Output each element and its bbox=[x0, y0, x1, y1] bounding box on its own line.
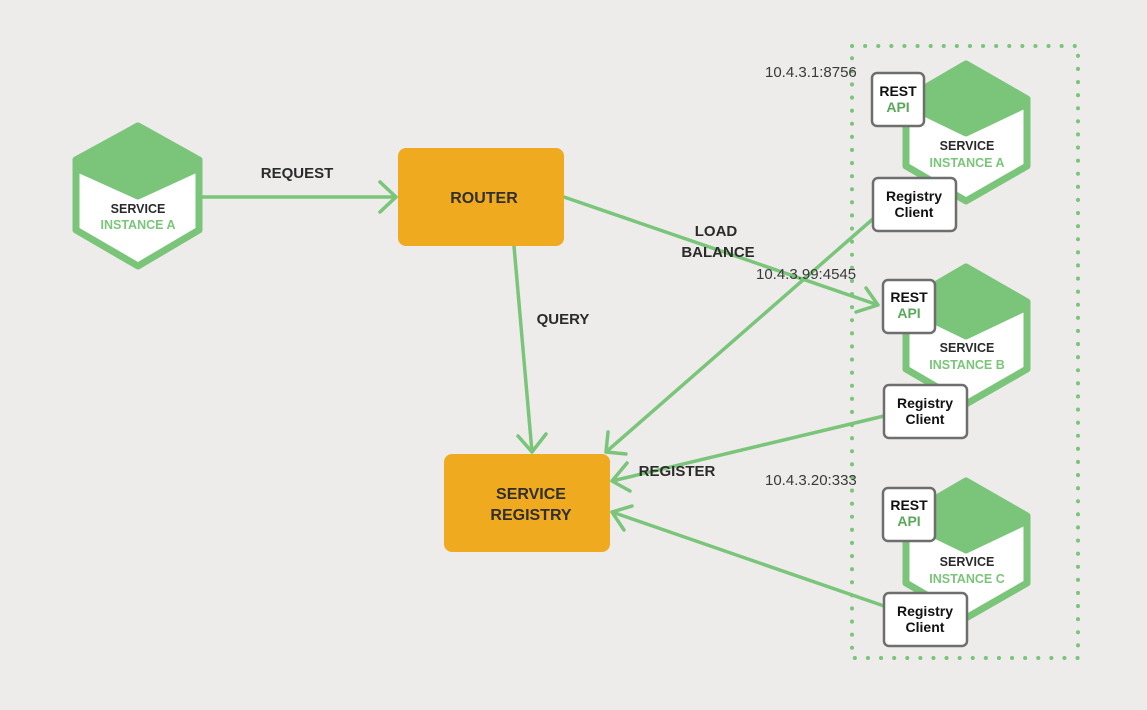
rest-api-label-c: REST bbox=[890, 497, 928, 513]
instance-a-title: SERVICE bbox=[940, 139, 995, 153]
rest-api-label-a: REST bbox=[879, 83, 917, 99]
service-instance-b[interactable]: 10.4.3.99:4545 SERVICE INSTANCE B REST A… bbox=[756, 263, 1031, 440]
instance-a-subtitle: INSTANCE A bbox=[930, 156, 1005, 170]
registry-client-label-a-line2: Client bbox=[895, 204, 934, 220]
registry-client-label-b-line2: Client bbox=[906, 411, 945, 427]
request-label: REQUEST bbox=[261, 165, 334, 182]
instance-c-title: SERVICE bbox=[940, 555, 995, 569]
instance-b-title: SERVICE bbox=[940, 341, 995, 355]
instance-b-address: 10.4.3.99:4545 bbox=[756, 266, 856, 283]
service-registry-label-line2: REGISTRY bbox=[490, 507, 572, 524]
registry-client-tag-a[interactable]: Registry Client bbox=[871, 176, 958, 233]
service-instance-c[interactable]: 10.4.3.20:333 SERVICE INSTANCE C REST AP… bbox=[765, 472, 1031, 648]
query-label: QUERY bbox=[537, 311, 590, 328]
query-arrow bbox=[512, 244, 548, 454]
service-registry-box[interactable]: SERVICE REGISTRY bbox=[444, 454, 610, 552]
rest-api-sub-b: API bbox=[897, 305, 920, 321]
instance-a-address: 10.4.3.1:8756 bbox=[765, 64, 857, 81]
load-balance-label-line2: BALANCE bbox=[681, 244, 754, 261]
register-arrow-instance-c bbox=[610, 504, 886, 608]
registry-client-tag-b[interactable]: Registry Client bbox=[882, 383, 969, 440]
router-box[interactable]: ROUTER bbox=[398, 148, 564, 246]
instance-b-subtitle: INSTANCE B bbox=[929, 358, 1004, 372]
registry-client-label-c-line2: Client bbox=[906, 619, 945, 635]
register-label: REGISTER bbox=[639, 463, 716, 480]
service-registry-label-line1: SERVICE bbox=[496, 486, 566, 503]
rest-api-tag-c[interactable]: REST API bbox=[881, 486, 937, 543]
registry-client-label-c-line1: Registry bbox=[897, 603, 953, 619]
instance-c-subtitle: INSTANCE C bbox=[929, 572, 1004, 586]
registry-client-label-b-line1: Registry bbox=[897, 395, 953, 411]
load-balance-label-line1: LOAD bbox=[695, 223, 738, 240]
registry-client-tag-c[interactable]: Registry Client bbox=[882, 591, 969, 648]
service-discovery-diagram: SERVICE INSTANCE A REQUEST ROUTER QUERY … bbox=[72, 44, 1080, 660]
rest-api-sub-c: API bbox=[897, 513, 920, 529]
router-label: ROUTER bbox=[450, 190, 518, 207]
request-arrow bbox=[198, 180, 398, 214]
registry-client-label-a-line1: Registry bbox=[886, 188, 942, 204]
service-registry-rect bbox=[444, 454, 610, 552]
rest-api-tag-a[interactable]: REST API bbox=[870, 71, 926, 128]
client-service-title: SERVICE bbox=[111, 202, 166, 216]
client-service-hexagon[interactable]: SERVICE INSTANCE A bbox=[72, 122, 203, 270]
rest-api-tag-b[interactable]: REST API bbox=[881, 278, 937, 335]
client-service-subtitle: INSTANCE A bbox=[101, 218, 176, 232]
rest-api-label-b: REST bbox=[890, 289, 928, 305]
rest-api-sub-a: API bbox=[886, 99, 909, 115]
instance-c-address: 10.4.3.20:333 bbox=[765, 472, 857, 489]
service-instance-a[interactable]: 10.4.3.1:8756 SERVICE INSTANCE A REST AP… bbox=[765, 60, 1031, 233]
